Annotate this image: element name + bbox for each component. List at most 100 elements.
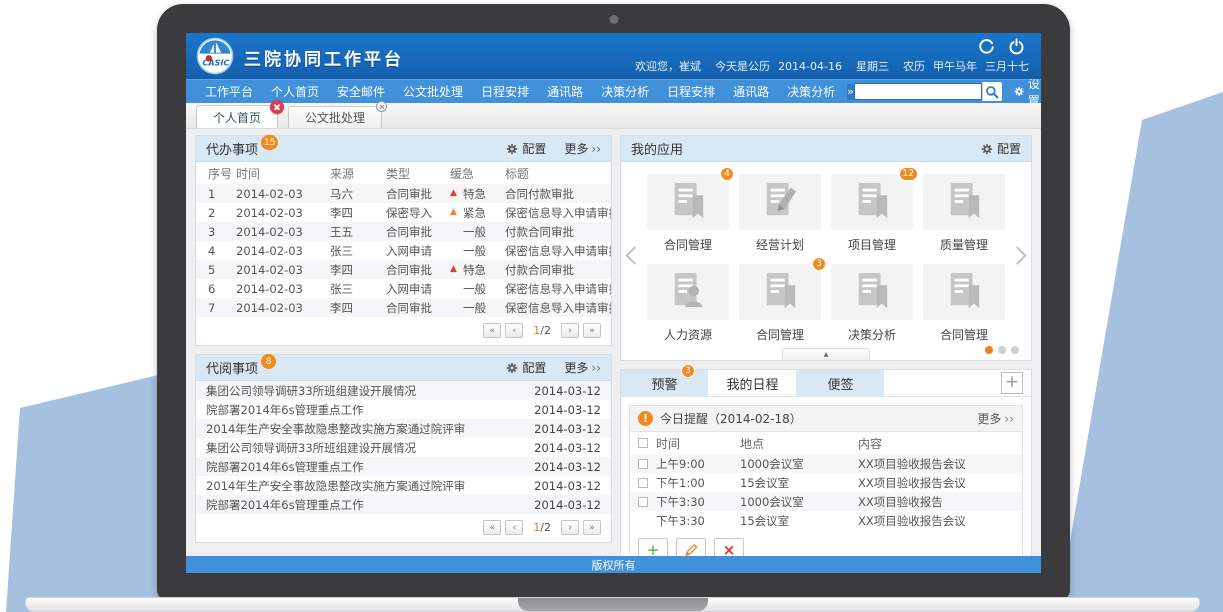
app-tile[interactable]: 质量管理 bbox=[923, 174, 1005, 250]
carousel-dot[interactable] bbox=[998, 346, 1006, 354]
list-item[interactable]: 集团公司领导调研33所班组建设开展情况 2014-03-12 bbox=[196, 381, 611, 400]
nav-item[interactable]: 决策分析 bbox=[592, 83, 658, 100]
tab-close-badge-icon[interactable] bbox=[270, 100, 284, 114]
carousel-dot[interactable] bbox=[985, 346, 993, 354]
app-tile[interactable]: 12 bbox=[831, 174, 913, 250]
cell-urgency: 一般 bbox=[450, 243, 505, 259]
nav-item[interactable]: 公文批处理 bbox=[394, 83, 472, 100]
row-checkbox[interactable] bbox=[638, 459, 648, 469]
nav-item[interactable]: 工作平台 bbox=[196, 83, 262, 100]
cell-no: 7 bbox=[208, 301, 236, 315]
list-item[interactable]: 院部署2014年6s管理重点工作 2014-03-12 bbox=[196, 400, 611, 419]
tab-personal-home[interactable]: 个人首页 bbox=[196, 105, 278, 128]
power-icon[interactable] bbox=[1008, 38, 1025, 55]
reminder-title: 今日提醒（2014-02-18） bbox=[660, 410, 802, 427]
nav-item[interactable]: 个人首页 bbox=[262, 83, 328, 100]
schedule-tab[interactable]: 便签 bbox=[797, 370, 885, 396]
cell-urgency: 紧急 bbox=[450, 205, 505, 221]
table-row[interactable]: 7 2014-02-03 李四 合同审批 一般 保密信息导入申请审批 bbox=[196, 298, 611, 317]
add-note-button[interactable]: + bbox=[1001, 372, 1023, 394]
svg-text:CASIC: CASIC bbox=[202, 58, 229, 68]
cell-place: 1000会议室 bbox=[740, 494, 858, 510]
app-tile[interactable]: 3 bbox=[739, 264, 821, 340]
list-item[interactable]: 2014年生产安全事故隐患整改实施方案通过院评审 2014-03-12 bbox=[196, 476, 611, 495]
cell-time: 2014-02-03 bbox=[236, 225, 330, 239]
list-item[interactable]: 院部署2014年6s管理重点工作 2014-03-12 bbox=[196, 495, 611, 514]
schedule-table-header: 时间 地点 内容 bbox=[630, 432, 1022, 454]
more-button[interactable]: 更多 bbox=[564, 140, 601, 157]
row-checkbox[interactable] bbox=[638, 478, 648, 488]
app-label: 人力资源 bbox=[647, 326, 729, 340]
schedule-tab[interactable]: 我的日程 bbox=[709, 370, 797, 396]
nav-item[interactable]: 决策分析 bbox=[778, 83, 844, 100]
table-row[interactable]: 下午3:30 15会议室 XX项目验收报告会议 bbox=[630, 511, 1022, 530]
nav-more-button[interactable]: » bbox=[847, 84, 854, 100]
table-row[interactable]: 1 2014-02-03 马六 合同审批 特急 合同付款审批 bbox=[196, 184, 611, 203]
count-badge: 15 bbox=[261, 135, 278, 150]
carousel-right-icon[interactable] bbox=[1008, 246, 1026, 264]
list-item[interactable]: 院部署2014年6s管理重点工作 2014-03-12 bbox=[196, 457, 611, 476]
table-row[interactable]: 6 2014-02-03 张三 入网申请 一般 保密信息导入申请审批 bbox=[196, 279, 611, 298]
table-row[interactable]: 4 2014-02-03 张三 入网申请 一般 保密信息导入申请审批 bbox=[196, 241, 611, 260]
refresh-icon[interactable] bbox=[978, 38, 995, 55]
more-button[interactable]: 更多 bbox=[564, 359, 601, 376]
row-checkbox[interactable] bbox=[638, 497, 648, 507]
prev-page-button[interactable] bbox=[505, 323, 523, 338]
nav-item[interactable]: 通讯路 bbox=[724, 83, 778, 100]
nav-item[interactable]: 日程安排 bbox=[658, 83, 724, 100]
select-all-checkbox[interactable] bbox=[638, 438, 648, 448]
list-item[interactable]: 集团公司领导调研33所班组建设开展情况 2014-03-12 bbox=[196, 438, 611, 457]
todo-table-header: 序号 时间 来源 类型 缓急 标题 bbox=[196, 162, 611, 184]
table-row[interactable]: 2 2014-02-03 李四 保密导入 紧急 保密信息导入申请审批 bbox=[196, 203, 611, 222]
app-tile[interactable]: 合同管理 bbox=[923, 264, 1005, 340]
cell-no: 4 bbox=[208, 244, 236, 258]
first-page-button[interactable] bbox=[483, 323, 501, 338]
cell-content: XX项目验收报告会议 bbox=[858, 475, 1014, 491]
config-button[interactable]: 配置 bbox=[506, 140, 546, 157]
table-row[interactable]: 上午9:00 1000会议室 XX项目验收报告会议 bbox=[630, 454, 1022, 473]
cell-title: 保密信息导入申请审批 bbox=[505, 281, 611, 297]
last-page-button[interactable] bbox=[583, 323, 601, 338]
next-page-button[interactable] bbox=[561, 520, 579, 535]
nav-item[interactable]: 日程安排 bbox=[472, 83, 538, 100]
list-item[interactable]: 2014年生产安全事故隐患整改实施方案通过院评审 2014-03-12 bbox=[196, 419, 611, 438]
first-page-button[interactable] bbox=[483, 520, 501, 535]
main-nav: 工作平台个人首页安全邮件公文批处理日程安排通讯路决策分析日程安排通讯路决策分析 … bbox=[186, 79, 1041, 103]
column-header: 标题 bbox=[505, 165, 611, 182]
table-row[interactable]: 下午1:00 15会议室 XX项目验收报告会议 bbox=[630, 473, 1022, 492]
carousel-dot[interactable] bbox=[1011, 346, 1019, 354]
table-row[interactable]: 3 2014-02-03 王五 合同审批 一般 付款合同审批 bbox=[196, 222, 611, 241]
urgency-triangle-icon bbox=[450, 265, 463, 274]
count-badge: 8 bbox=[261, 354, 276, 369]
tab-close-icon[interactable] bbox=[376, 101, 387, 112]
last-page-button[interactable] bbox=[583, 520, 601, 535]
tab-document-batch[interactable]: 公文批处理 bbox=[288, 106, 382, 128]
date-label: 今天是公历 bbox=[715, 58, 770, 74]
table-row[interactable]: 5 2014-02-03 李四 合同审批 特急 付款合同审批 bbox=[196, 260, 611, 279]
urgency-triangle-icon bbox=[450, 189, 463, 198]
item-title: 院部署2014年6s管理重点工作 bbox=[206, 459, 526, 475]
cell-type: 合同审批 bbox=[386, 300, 450, 316]
carousel-left-icon[interactable] bbox=[625, 246, 643, 264]
config-button[interactable]: 配置 bbox=[981, 140, 1021, 157]
prev-page-button[interactable] bbox=[505, 520, 523, 535]
nav-item[interactable]: 通讯路 bbox=[538, 83, 592, 100]
search-icon[interactable] bbox=[982, 82, 1002, 101]
column-header: 地点 bbox=[740, 435, 858, 452]
nav-item[interactable]: 安全邮件 bbox=[328, 83, 394, 100]
next-page-button[interactable] bbox=[561, 323, 579, 338]
search-input[interactable] bbox=[854, 83, 982, 100]
app-tile[interactable]: 人力资源 bbox=[647, 264, 729, 340]
config-button[interactable]: 配置 bbox=[506, 359, 546, 376]
app-tile[interactable]: 决策分析 bbox=[831, 264, 913, 340]
table-row[interactable]: 下午3:30 1000会议室 XX项目验收报告 bbox=[630, 492, 1022, 511]
more-button[interactable]: 更多 bbox=[977, 410, 1014, 427]
read-pagination: 1/2 bbox=[196, 514, 611, 542]
collapse-button[interactable] bbox=[782, 348, 870, 360]
app-tile[interactable]: 经营计划 bbox=[739, 174, 821, 250]
app-label: 决策分析 bbox=[831, 326, 913, 340]
app-tile[interactable]: 4 bbox=[647, 174, 729, 250]
apps-panel: 我的应用 配置 bbox=[620, 135, 1032, 361]
schedule-tab[interactable]: 预警 3 bbox=[621, 370, 709, 396]
desktop-background: CASIC 三院协同工作平台 欢迎您，崔斌 今天是公历 2014-04-16 bbox=[0, 0, 1223, 612]
